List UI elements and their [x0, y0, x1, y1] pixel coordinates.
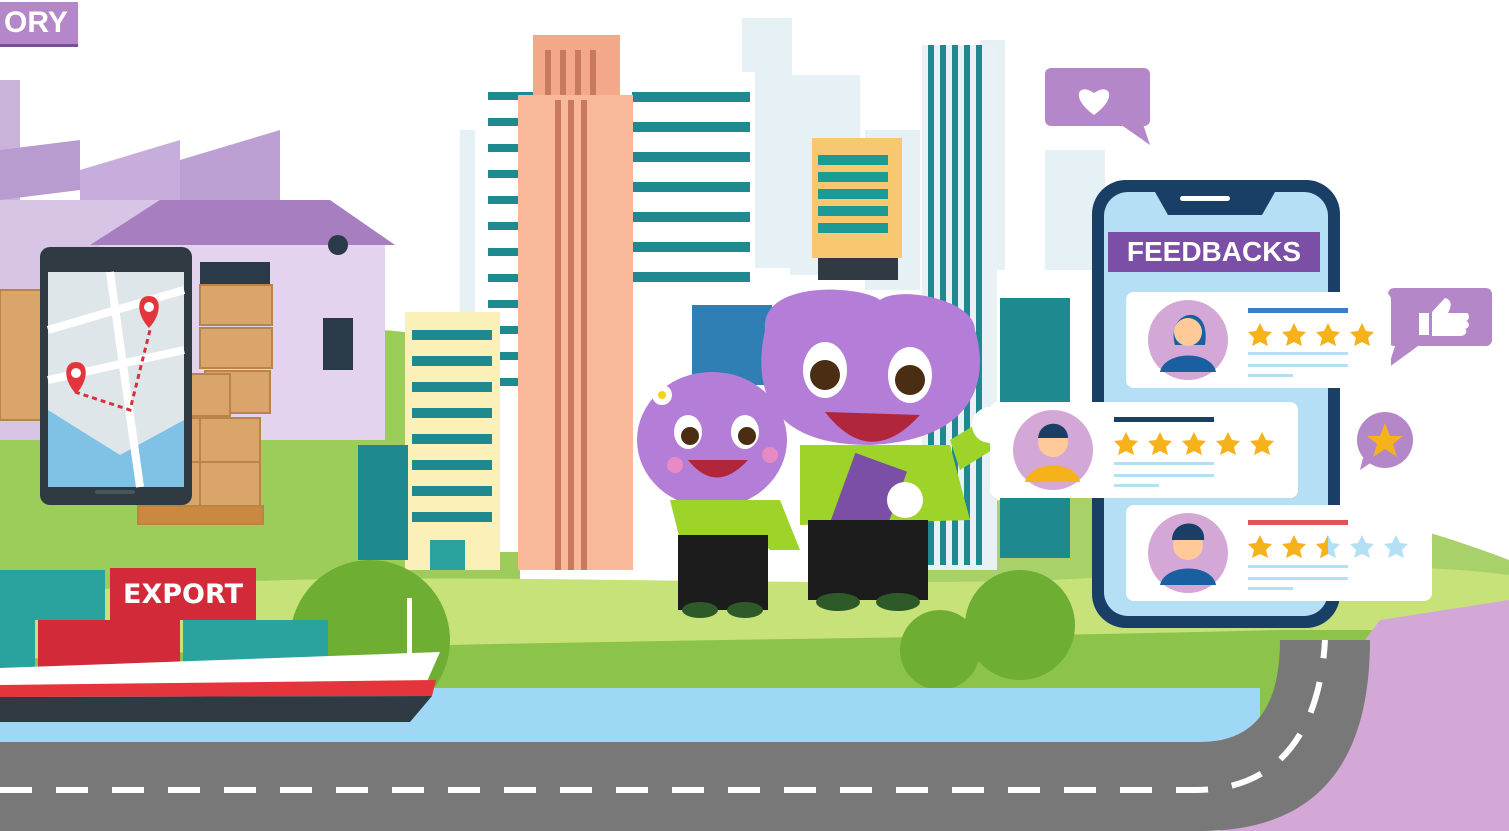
- factory-label: ORY: [0, 2, 78, 47]
- review-card-1: [1126, 292, 1391, 388]
- heart-icon: [1045, 68, 1150, 145]
- review-card-2: [990, 402, 1298, 498]
- city-scene-illustration: [0, 18, 1509, 831]
- map-phone: [40, 247, 192, 505]
- feedbacks-title: FEEDBACKS: [1108, 232, 1320, 272]
- star-icon: [1357, 412, 1413, 470]
- thumbs-up-icon: [1388, 288, 1492, 368]
- review-card-3: [1126, 505, 1432, 601]
- export-label: EXPORT: [123, 579, 243, 610]
